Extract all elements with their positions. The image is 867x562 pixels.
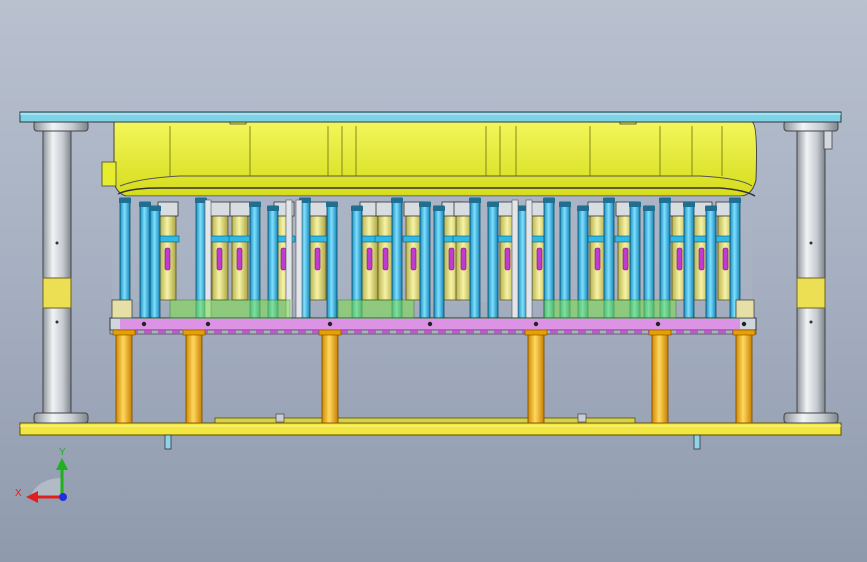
magenta-slot [698, 247, 705, 271]
support-pillar [112, 329, 136, 424]
magenta-slot [676, 247, 683, 271]
plate-pocket [508, 330, 516, 334]
z-axis-dot [59, 493, 67, 501]
magenta-slot [504, 247, 511, 271]
support-pillar [732, 329, 756, 424]
plate-pocket [438, 330, 446, 334]
mold-assembly-drawing: Y X [15, 111, 842, 503]
x-axis-label: X [15, 488, 22, 499]
foot-left [164, 434, 172, 450]
plate-bolt [427, 321, 433, 327]
plate-pocket [690, 330, 698, 334]
support-pillars [112, 329, 756, 424]
y-axis-label: Y [59, 447, 66, 458]
plate-pocket [368, 330, 376, 334]
plate-pocket [452, 330, 460, 334]
plate-bolt [533, 321, 539, 327]
magenta-slot [460, 247, 467, 271]
magenta-slot [236, 247, 243, 271]
plate-pocket [620, 330, 628, 334]
plate-pocket [242, 330, 250, 334]
bottom-plate [19, 422, 842, 436]
magenta-slot [536, 247, 543, 271]
plate-pocket [396, 330, 404, 334]
plate-pocket [214, 330, 222, 334]
plate-pocket [158, 330, 166, 334]
magenta-slot [314, 247, 321, 271]
cyan-rod [326, 201, 338, 319]
magenta-slot [410, 247, 417, 271]
upper-die-holder [101, 115, 757, 197]
cyan-rod [433, 205, 445, 319]
plate-pocket [228, 330, 236, 334]
plate-bolt [741, 321, 747, 327]
plate-pocket [424, 330, 432, 334]
plate-pocket [550, 330, 558, 334]
cyan-rod [149, 205, 161, 319]
barrel [228, 201, 252, 301]
plate-pocket [466, 330, 474, 334]
plate-pocket [634, 330, 642, 334]
plate-pocket [270, 330, 278, 334]
plate-pocket [480, 330, 488, 334]
magenta-slot [594, 247, 601, 271]
plate-pocket [284, 330, 292, 334]
plate-bolt [141, 321, 147, 327]
support-pillar [318, 329, 342, 424]
cyan-rod [469, 197, 481, 319]
plate-pocket [382, 330, 390, 334]
plate-pocket [144, 330, 152, 334]
corner-block-left [111, 299, 133, 319]
cyan-rod [419, 201, 431, 319]
plate-pocket [578, 330, 586, 334]
plate-pocket [172, 330, 180, 334]
plate-pocket [704, 330, 712, 334]
plate-pocket [256, 330, 264, 334]
cyan-rod [487, 201, 499, 319]
coordinate-triad[interactable]: Y X [15, 447, 68, 503]
guide-pin [511, 199, 519, 319]
cad-viewport[interactable]: Y X [0, 0, 867, 562]
guide-post-right [783, 120, 839, 424]
magenta-slot [280, 247, 287, 271]
plate-bolt [327, 321, 333, 327]
magenta-slot [164, 247, 171, 271]
barrel [208, 201, 232, 301]
magenta-slot [216, 247, 223, 271]
cyan-rod [683, 201, 695, 319]
plate-pocket [354, 330, 362, 334]
support-pillar [648, 329, 672, 424]
magenta-slot [366, 247, 373, 271]
support-pillar [524, 329, 548, 424]
magenta-slot [448, 247, 455, 271]
cyan-rod [139, 201, 151, 319]
magenta-slot [382, 247, 389, 271]
plate-pocket [718, 330, 726, 334]
guide-post-left [33, 120, 89, 424]
cyan-rod [705, 205, 717, 319]
plate-bolt [205, 321, 211, 327]
guide-pin [525, 199, 533, 319]
plate-pocket [298, 330, 306, 334]
corner-block-right [735, 299, 755, 319]
plate-bolt [655, 321, 661, 327]
magenta-slot [622, 247, 629, 271]
plate-pocket [494, 330, 502, 334]
support-pillar [182, 329, 206, 424]
guide-pin [295, 199, 303, 319]
foot-right [693, 434, 701, 450]
plate-pocket [592, 330, 600, 334]
magenta-slot [722, 247, 729, 271]
plate-pocket [606, 330, 614, 334]
plate-pocket [410, 330, 418, 334]
plate-pocket [676, 330, 684, 334]
plate-pocket [564, 330, 572, 334]
